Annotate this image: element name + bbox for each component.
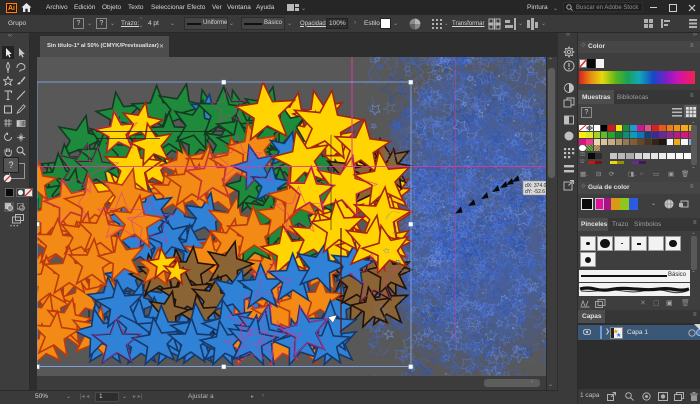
svg-text:dY: -52.6: dY: -52.6 — [525, 189, 545, 195]
